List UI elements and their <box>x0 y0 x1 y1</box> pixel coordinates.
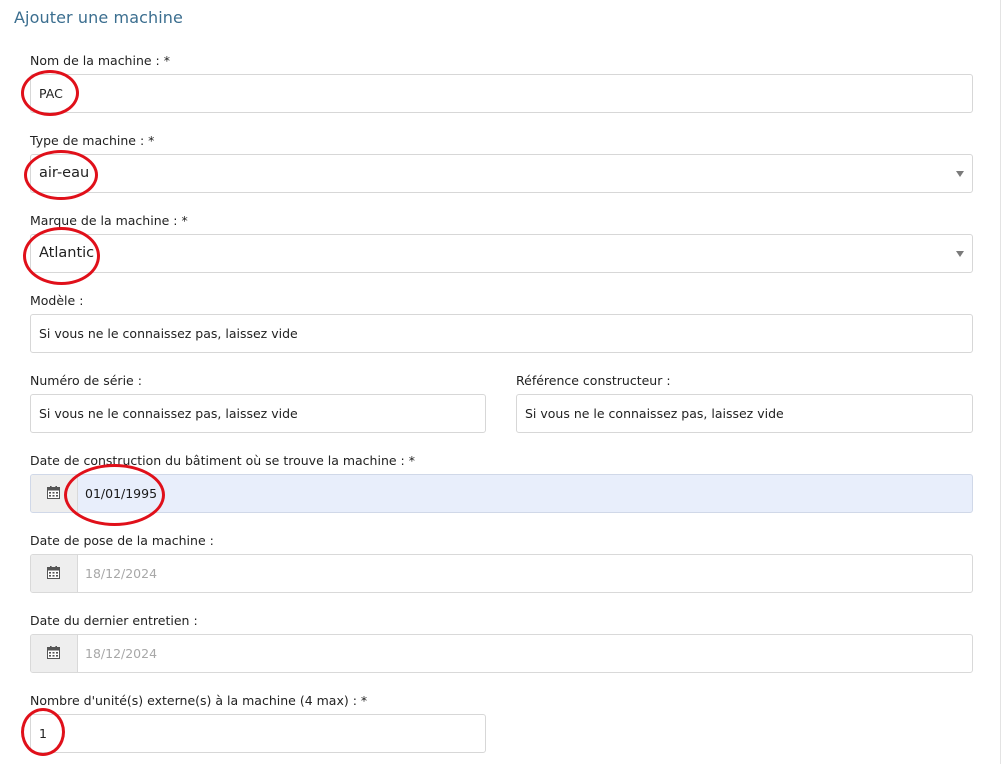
build-date-input[interactable]: 01/01/1995 <box>30 474 973 513</box>
type-label: Type de machine : * <box>30 133 155 148</box>
name-input[interactable]: PAC <box>30 74 973 113</box>
name-label: Nom de la machine : * <box>30 53 170 68</box>
ref-input[interactable]: Si vous ne le connaissez pas, laissez vi… <box>516 394 973 433</box>
install-date-placeholder: 18/12/2024 <box>85 566 158 581</box>
caret-down-icon <box>956 171 964 177</box>
model-label: Modèle : <box>30 293 84 308</box>
build-date-label: Date de construction du bâtiment où se t… <box>30 453 415 468</box>
calendar-icon <box>47 646 60 659</box>
caret-down-icon <box>956 251 964 257</box>
panel-right-border <box>1000 0 1001 764</box>
serial-input[interactable]: Si vous ne le connaissez pas, laissez vi… <box>30 394 486 433</box>
service-date-placeholder: 18/12/2024 <box>85 646 158 661</box>
type-value: air-eau <box>39 165 90 181</box>
serial-label: Numéro de série : <box>30 373 142 388</box>
units-value: 1 <box>39 726 47 741</box>
calendar-icon <box>47 566 60 579</box>
serial-placeholder: Si vous ne le connaissez pas, laissez vi… <box>39 406 298 421</box>
service-date-input[interactable]: 18/12/2024 <box>30 634 973 673</box>
model-input[interactable]: Si vous ne le connaissez pas, laissez vi… <box>30 314 973 353</box>
service-date-label: Date du dernier entretien : <box>30 613 198 628</box>
units-input[interactable]: 1 <box>30 714 486 753</box>
name-value: PAC <box>39 86 63 101</box>
brand-select[interactable]: Atlantic <box>30 234 973 273</box>
units-label: Nombre d'unité(s) externe(s) à la machin… <box>30 693 368 708</box>
install-date-label: Date de pose de la machine : <box>30 533 214 548</box>
brand-label: Marque de la machine : * <box>30 213 188 228</box>
build-date-calendar-button[interactable] <box>31 475 78 512</box>
type-select[interactable]: air-eau <box>30 154 973 193</box>
install-date-calendar-button[interactable] <box>31 555 78 592</box>
service-date-calendar-button[interactable] <box>31 635 78 672</box>
ref-placeholder: Si vous ne le connaissez pas, laissez vi… <box>525 406 784 421</box>
build-date-value: 01/01/1995 <box>85 486 158 501</box>
calendar-icon <box>47 486 60 499</box>
ref-label: Référence constructeur : <box>516 373 671 388</box>
model-placeholder: Si vous ne le connaissez pas, laissez vi… <box>39 326 298 341</box>
brand-value: Atlantic <box>39 245 95 261</box>
install-date-input[interactable]: 18/12/2024 <box>30 554 973 593</box>
page-title: Ajouter une machine <box>14 8 183 27</box>
